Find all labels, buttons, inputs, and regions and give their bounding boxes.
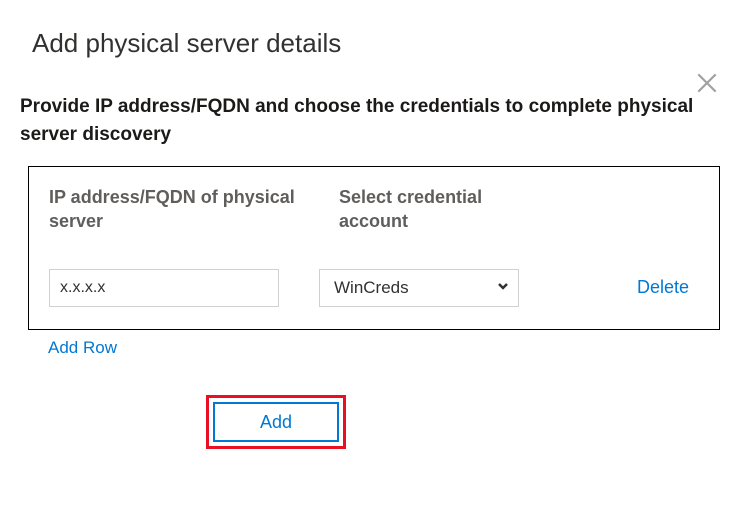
server-table: IP address/FQDN of physical server Selec… <box>28 166 720 330</box>
ip-address-input[interactable] <box>49 269 279 307</box>
table-header-row: IP address/FQDN of physical server Selec… <box>49 185 699 234</box>
credential-select[interactable]: WinCreds <box>319 269 519 307</box>
add-button[interactable]: Add <box>213 402 339 442</box>
column-header-credential: Select credential account <box>339 185 539 234</box>
page-title: Add physical server details <box>0 0 748 59</box>
table-row: WinCreds Delete <box>49 269 699 307</box>
add-button-highlight: Add <box>206 395 346 449</box>
add-row-link[interactable]: Add Row <box>48 338 748 358</box>
description-text: Provide IP address/FQDN and choose the c… <box>0 59 748 148</box>
close-icon[interactable] <box>694 70 720 101</box>
delete-row-link[interactable]: Delete <box>637 277 699 298</box>
credential-select-wrap: WinCreds <box>319 269 519 307</box>
column-header-ip: IP address/FQDN of physical server <box>49 185 299 234</box>
